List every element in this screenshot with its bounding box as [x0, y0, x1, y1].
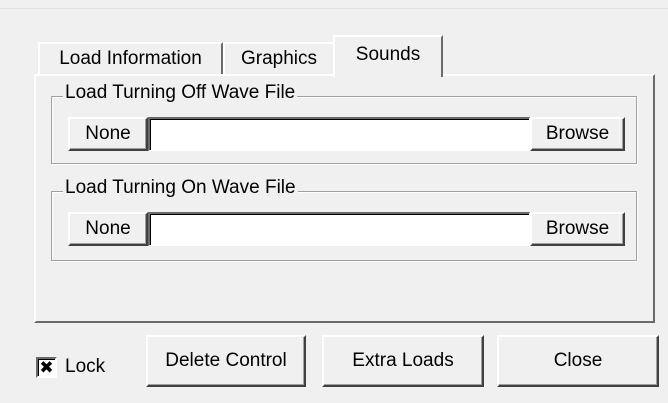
checkbox-check-icon[interactable]: ✖: [36, 356, 57, 378]
button-label: Extra Loads: [352, 350, 454, 371]
off-wave-file-input[interactable]: [148, 117, 530, 151]
tab-sounds[interactable]: Sounds: [333, 35, 443, 77]
on-browse-button[interactable]: Browse: [530, 212, 625, 246]
button-label: Delete Control: [165, 350, 287, 371]
button-label: Browse: [545, 123, 610, 144]
group-legend: Load Turning Off Wave File: [63, 82, 298, 104]
lock-label: Lock: [65, 356, 106, 377]
window-top-divider: [0, 8, 668, 9]
delete-control-button[interactable]: Delete Control: [146, 335, 306, 387]
on-wave-file-input[interactable]: [148, 212, 530, 246]
extra-loads-button[interactable]: Extra Loads: [322, 335, 484, 387]
button-label: Close: [553, 350, 603, 371]
lock-checkbox[interactable]: ✖ Lock: [36, 356, 105, 378]
button-label: None: [85, 218, 131, 239]
group-legend: Load Turning On Wave File: [63, 177, 298, 199]
button-label: None: [85, 123, 131, 144]
turning-off-wave-group: Load Turning Off Wave File None Browse: [51, 82, 637, 164]
off-browse-button[interactable]: Browse: [530, 117, 625, 151]
turning-on-wave-group: Load Turning On Wave File None Browse: [51, 177, 637, 261]
on-none-button[interactable]: None: [68, 212, 148, 246]
button-label: Browse: [545, 218, 610, 239]
close-button[interactable]: Close: [497, 335, 659, 387]
tab-label: Graphics: [240, 48, 318, 69]
off-none-button[interactable]: None: [68, 117, 148, 151]
tab-graphics[interactable]: Graphics: [223, 42, 335, 74]
tab-label: Load Information: [59, 48, 202, 69]
sounds-tab-panel: Load Turning Off Wave File None Browse L…: [34, 74, 655, 323]
tab-load-information[interactable]: Load Information: [38, 42, 223, 74]
tab-label: Sounds: [355, 44, 421, 65]
dialog-window: Load Information Graphics Sounds Load Tu…: [0, 0, 668, 403]
